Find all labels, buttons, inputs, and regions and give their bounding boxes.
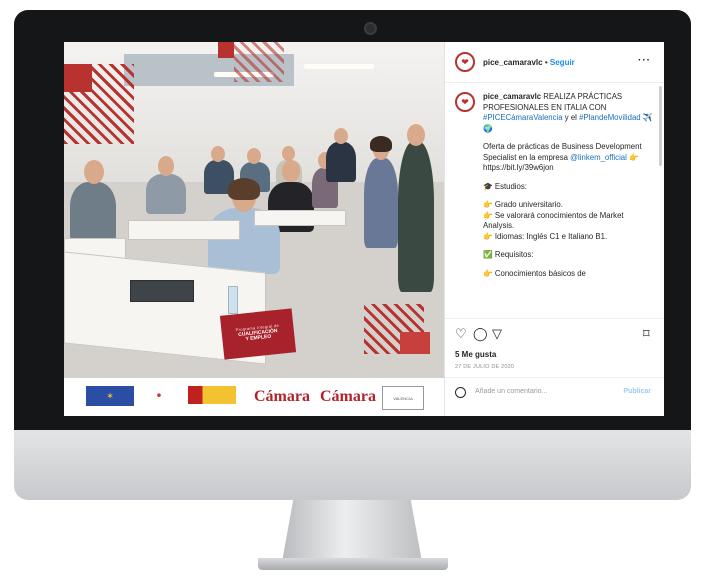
person-hair: [228, 178, 260, 200]
monitor-bezel: Programa Integral de CUALIFICACIÓN Y EMP…: [14, 10, 691, 430]
person-hair: [370, 136, 392, 152]
desk: [128, 220, 240, 240]
studies-heading: 🎓 Estudios:: [483, 181, 527, 191]
post-sidebar: ❤ pice_camaravlc • Seguir ··· ❤ pice_cam…: [444, 42, 664, 416]
person-head: [282, 160, 300, 182]
caption-mid: y el: [562, 113, 580, 122]
heart-icon[interactable]: ♡: [455, 327, 467, 340]
person-head: [84, 160, 104, 184]
fse-logo: ✺: [156, 393, 162, 399]
mention-link[interactable]: @linkem_official: [570, 153, 627, 162]
person: [326, 142, 356, 182]
send-icon[interactable]: ▽: [492, 327, 502, 340]
comment-input[interactable]: Añade un comentario...: [475, 388, 547, 395]
person: [398, 142, 434, 292]
heart-logo-icon: ❤: [461, 96, 469, 107]
likes-count[interactable]: 5 Me gusta: [455, 350, 496, 359]
ceiling-light: [304, 64, 374, 69]
decor-stripes: [234, 42, 284, 82]
emoji-icon[interactable]: [455, 387, 466, 398]
water-bottle: [228, 286, 238, 314]
post-photo[interactable]: Programa Integral de CUALIFICACIÓN Y EMP…: [64, 42, 444, 416]
laptop: [130, 280, 194, 302]
hand-emoji: 👉: [626, 152, 639, 162]
hashtag-link[interactable]: #PlandeMovilidad: [579, 113, 641, 122]
person: [146, 174, 186, 214]
caption-paragraph-offer: Oferta de prácticas de Business Developm…: [483, 142, 655, 174]
caption-paragraph-title: pice_camaravlc REALIZA PRÁCTICAS PROFESI…: [483, 92, 655, 134]
gobierno-logo: [188, 386, 236, 404]
bookmark-icon[interactable]: ⌑: [643, 327, 650, 340]
monitor-stand-foot: [258, 558, 448, 570]
username-link[interactable]: pice_camaravlc: [483, 58, 543, 67]
person: [70, 182, 116, 242]
monitor-chin: [14, 430, 691, 500]
post-actions: ♡ ◯ ▽ ⌑ 5 Me gusta 27 DE JULIO DE 2020 A…: [445, 318, 664, 416]
caption-username[interactable]: pice_camaravlc: [483, 92, 541, 101]
person-head: [334, 128, 348, 144]
heart-logo-icon: ❤: [461, 56, 469, 67]
badge-line3: Y EMPLEO: [245, 333, 272, 343]
monitor-stand-neck: [282, 500, 422, 562]
decor-square: [218, 42, 234, 58]
program-badge: Programa Integral de CUALIFICACIÓN Y EMP…: [219, 308, 297, 360]
person-head: [211, 146, 225, 162]
comment-icon[interactable]: ◯: [473, 327, 488, 340]
cut-line: 👉 Conocimientos básicos de: [483, 268, 586, 278]
imac-monitor: Programa Integral de CUALIFICACIÓN Y EMP…: [14, 10, 691, 500]
person: [364, 158, 398, 248]
header-text: pice_camaravlc • Seguir: [483, 58, 575, 67]
decor-square: [400, 332, 430, 354]
dot-separator: •: [544, 58, 548, 67]
person-head: [282, 146, 295, 161]
requisitos-heading: ✅ Requisitos:: [483, 250, 534, 259]
post-header: ❤ pice_camaravlc • Seguir ···: [445, 42, 664, 83]
hashtag-link[interactable]: #PICECámaraValencia: [483, 113, 563, 122]
eu-flag-logo: ✶: [86, 386, 134, 406]
person-head: [158, 156, 174, 176]
person-head: [247, 148, 261, 164]
market-line: 👉 Se valorará conocimientos de Market An…: [483, 210, 624, 231]
camara-espana-logo: Cámara: [254, 388, 310, 405]
caption-text: pice_camaravlc REALIZA PRÁCTICAS PROFESI…: [483, 92, 655, 287]
caption-avatar[interactable]: ❤: [455, 92, 475, 112]
valencia-logo-text: VALENCIA: [393, 395, 413, 401]
person-head: [407, 124, 425, 146]
webcam: [364, 22, 377, 35]
url-text: https://bit.ly/39w6jon: [483, 163, 554, 172]
camara-valencia-logo: Cámara: [320, 388, 376, 405]
desk: [254, 210, 346, 226]
screen: Programa Integral de CUALIFICACIÓN Y EMP…: [64, 42, 664, 416]
comment-bar: Añade un comentario... Publicar: [445, 377, 664, 408]
decor-square: [64, 64, 92, 92]
more-options-icon[interactable]: ···: [638, 55, 651, 66]
scrollbar[interactable]: [659, 86, 662, 166]
grado-line: 👉 Grado universitario.: [483, 200, 563, 209]
post-date: 27 DE JULIO DE 2020: [455, 364, 515, 370]
publish-button[interactable]: Publicar: [623, 388, 651, 395]
follow-button[interactable]: Seguir: [550, 58, 575, 67]
idiomas-line: 👉 Idiomas: Inglés C1 e Italiano B1.: [483, 231, 608, 241]
avatar[interactable]: ❤: [455, 52, 475, 72]
valencia-logo: VALENCIA: [382, 386, 424, 410]
